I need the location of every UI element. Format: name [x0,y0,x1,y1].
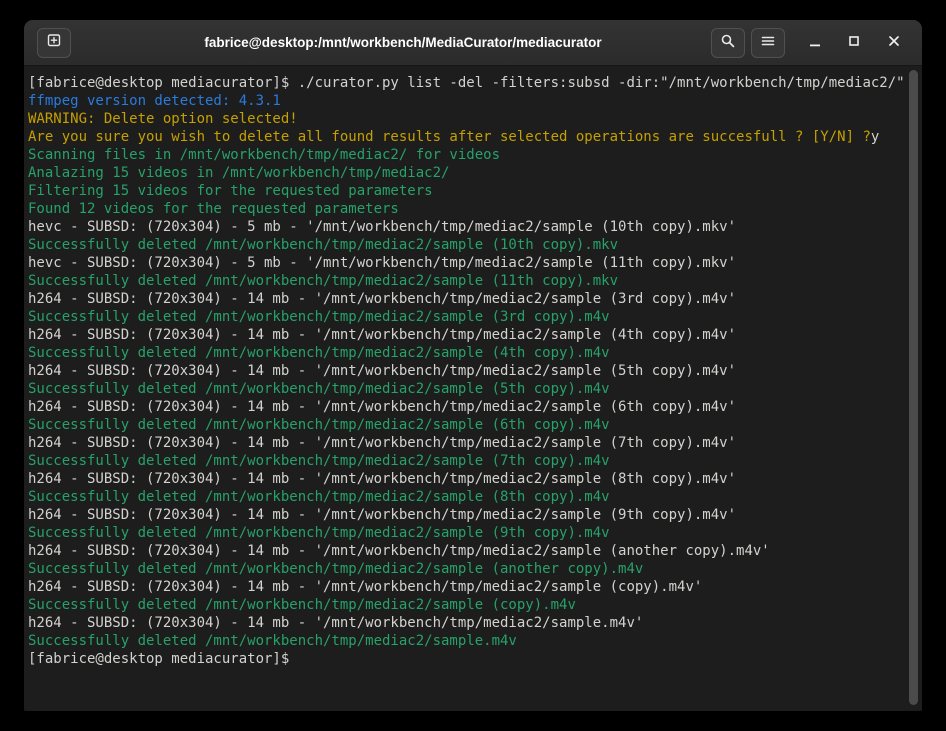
terminal-text-segment: Scanning files in /mnt/workbench/tmp/med… [28,147,500,163]
terminal-line: Successfully deleted /mnt/workbench/tmp/… [28,236,908,254]
terminal-line: hevc - SUBSD: (720x304) - 5 mb - '/mnt/w… [28,254,908,272]
maximize-icon [847,34,861,53]
search-icon [720,33,736,54]
terminal-window: fabrice@desktop:/mnt/workbench/MediaCura… [24,20,922,711]
terminal-line: WARNING: Delete option selected! [28,110,908,128]
terminal-viewport[interactable]: [fabrice@desktop mediacurator]$ ./curato… [24,67,922,711]
window-title: fabrice@desktop:/mnt/workbench/MediaCura… [114,35,692,50]
terminal-text-segment: h264 - SUBSD: (720x304) - 14 mb - '/mnt/… [28,399,736,415]
terminal-text-segment: Successfully deleted /mnt/workbench/tmp/… [28,597,576,613]
new-tab-button[interactable] [37,28,71,58]
terminal-scrollbar[interactable] [909,70,919,705]
terminal-text-segment: h264 - SUBSD: (720x304) - 14 mb - '/mnt/… [28,615,643,631]
terminal-text-segment: Successfully deleted /mnt/workbench/tmp/… [28,525,610,541]
terminal-text-segment: Successfully deleted /mnt/workbench/tmp/… [28,309,610,325]
terminal-line: h264 - SUBSD: (720x304) - 14 mb - '/mnt/… [28,506,908,524]
terminal-text-segment: Successfully deleted /mnt/workbench/tmp/… [28,273,618,289]
terminal-text-segment: h264 - SUBSD: (720x304) - 14 mb - '/mnt/… [28,543,770,559]
terminal-line: Successfully deleted /mnt/workbench/tmp/… [28,344,908,362]
terminal-text-segment: Successfully deleted /mnt/workbench/tmp/… [28,417,610,433]
search-button[interactable] [711,28,745,58]
terminal-line: Successfully deleted /mnt/workbench/tmp/… [28,416,908,434]
titlebar[interactable]: fabrice@desktop:/mnt/workbench/MediaCura… [24,20,922,66]
terminal-text-segment: Successfully deleted /mnt/workbench/tmp/… [28,453,610,469]
terminal-text-segment: Are you sure you wish to delete all foun… [28,129,871,145]
titlebar-controls [711,28,908,58]
terminal-text-segment: [fabrice@desktop mediacurator]$ ./curato… [28,75,905,91]
terminal-text-segment: Successfully deleted /mnt/workbench/tmp/… [28,237,618,253]
terminal-line: Scanning files in /mnt/workbench/tmp/med… [28,146,908,164]
terminal-text-segment: Successfully deleted /mnt/workbench/tmp/… [28,489,610,505]
terminal-text-segment: ffmpeg version detected: 4.3.1 [28,93,281,109]
terminal-line: Successfully deleted /mnt/workbench/tmp/… [28,488,908,506]
close-button[interactable] [880,28,908,58]
terminal-text-segment: Successfully deleted /mnt/workbench/tmp/… [28,561,643,577]
terminal-line: Successfully deleted /mnt/workbench/tmp/… [28,632,908,650]
tab-new-icon [46,32,62,53]
terminal-line: h264 - SUBSD: (720x304) - 14 mb - '/mnt/… [28,542,908,560]
terminal-line: h264 - SUBSD: (720x304) - 14 mb - '/mnt/… [28,398,908,416]
terminal-line: h264 - SUBSD: (720x304) - 14 mb - '/mnt/… [28,362,908,380]
terminal-line: h264 - SUBSD: (720x304) - 14 mb - '/mnt/… [28,434,908,452]
terminal-line: hevc - SUBSD: (720x304) - 5 mb - '/mnt/w… [28,218,908,236]
terminal-line: h264 - SUBSD: (720x304) - 14 mb - '/mnt/… [28,578,908,596]
terminal-text-segment: hevc - SUBSD: (720x304) - 5 mb - '/mnt/w… [28,219,736,235]
terminal-text-segment: h264 - SUBSD: (720x304) - 14 mb - '/mnt/… [28,435,736,451]
terminal-line: Successfully deleted /mnt/workbench/tmp/… [28,380,908,398]
terminal-line: Successfully deleted /mnt/workbench/tmp/… [28,560,908,578]
terminal-line: Successfully deleted /mnt/workbench/tmp/… [28,308,908,326]
terminal-text-segment: Found 12 videos for the requested parame… [28,201,399,217]
terminal-line: Successfully deleted /mnt/workbench/tmp/… [28,596,908,614]
minimize-button[interactable] [801,28,829,58]
terminal-text-segment: [fabrice@desktop mediacurator]$ [28,651,289,667]
scrollbar-thumb[interactable] [909,70,918,705]
terminal-line: h264 - SUBSD: (720x304) - 14 mb - '/mnt/… [28,326,908,344]
close-icon [887,34,901,53]
maximize-button[interactable] [840,28,868,58]
terminal-text-segment: WARNING: Delete option selected! [28,111,298,127]
terminal-text-segment: Filtering 15 videos for the requested pa… [28,183,433,199]
terminal-text-segment: hevc - SUBSD: (720x304) - 5 mb - '/mnt/w… [28,255,736,271]
terminal-line: ffmpeg version detected: 4.3.1 [28,92,908,110]
menu-button[interactable] [751,28,785,58]
terminal-text-segment: Successfully deleted /mnt/workbench/tmp/… [28,345,610,361]
terminal-text-segment: Analazing 15 videos in /mnt/workbench/tm… [28,165,449,181]
terminal-line: [fabrice@desktop mediacurator]$ [28,650,908,668]
terminal-line: Successfully deleted /mnt/workbench/tmp/… [28,524,908,542]
terminal-line: [fabrice@desktop mediacurator]$ ./curato… [28,74,908,92]
terminal-line: Analazing 15 videos in /mnt/workbench/tm… [28,164,908,182]
terminal-text-segment: h264 - SUBSD: (720x304) - 14 mb - '/mnt/… [28,291,736,307]
terminal-line: h264 - SUBSD: (720x304) - 14 mb - '/mnt/… [28,470,908,488]
terminal-line: Successfully deleted /mnt/workbench/tmp/… [28,272,908,290]
terminal-text-segment: h264 - SUBSD: (720x304) - 14 mb - '/mnt/… [28,327,736,343]
terminal-line: Successfully deleted /mnt/workbench/tmp/… [28,452,908,470]
terminal-line: Filtering 15 videos for the requested pa… [28,182,908,200]
hamburger-menu-icon [760,33,776,54]
terminal-text-segment: h264 - SUBSD: (720x304) - 14 mb - '/mnt/… [28,471,736,487]
terminal-line: Found 12 videos for the requested parame… [28,200,908,218]
terminal-line: h264 - SUBSD: (720x304) - 14 mb - '/mnt/… [28,614,908,632]
terminal-text-segment: Successfully deleted /mnt/workbench/tmp/… [28,381,610,397]
minimize-icon [808,34,822,53]
terminal-line: Are you sure you wish to delete all foun… [28,128,908,146]
terminal-text-segment: Successfully deleted /mnt/workbench/tmp/… [28,633,517,649]
terminal-text-segment: h264 - SUBSD: (720x304) - 14 mb - '/mnt/… [28,507,736,523]
terminal-output: [fabrice@desktop mediacurator]$ ./curato… [28,74,908,668]
terminal-text-segment: h264 - SUBSD: (720x304) - 14 mb - '/mnt/… [28,363,736,379]
terminal-text-segment: y [871,129,879,145]
terminal-text-segment: h264 - SUBSD: (720x304) - 14 mb - '/mnt/… [28,579,702,595]
terminal-line: h264 - SUBSD: (720x304) - 14 mb - '/mnt/… [28,290,908,308]
